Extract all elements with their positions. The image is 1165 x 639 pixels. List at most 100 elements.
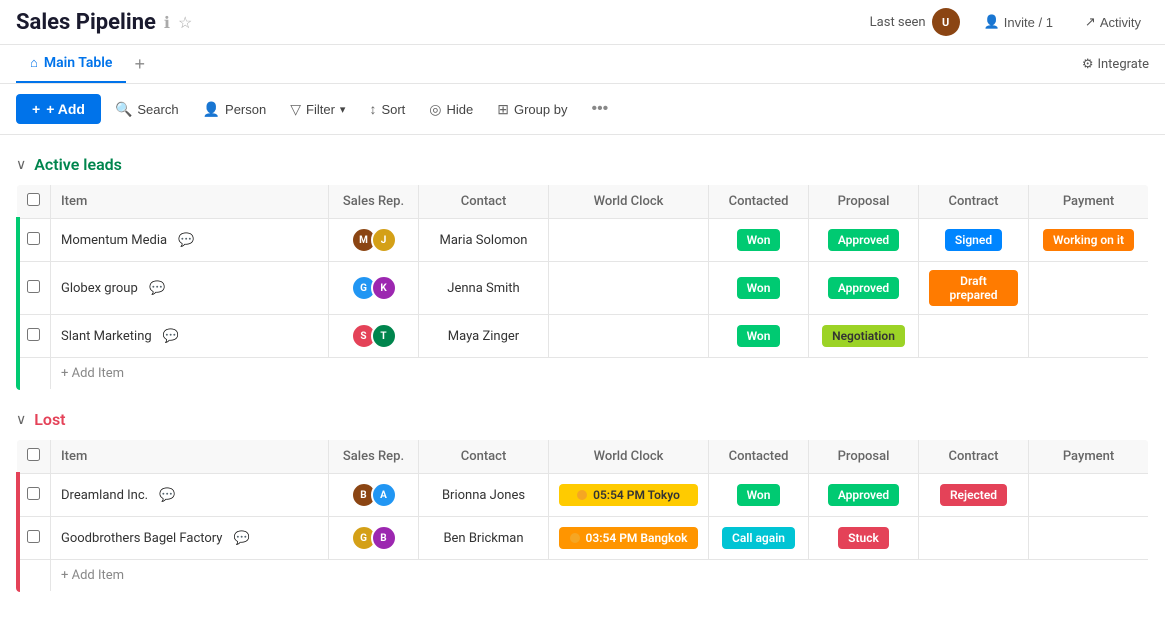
table-row: Goodbrothers Bagel Factory 💬 G B Ben Bri… xyxy=(17,517,1149,560)
add-item-row[interactable]: + Add Item xyxy=(17,560,1149,592)
hide-icon: ◎ xyxy=(429,101,441,118)
avatar-group: G B xyxy=(339,525,408,551)
header-contract: Contract xyxy=(919,185,1029,219)
select-all-checkbox[interactable] xyxy=(27,193,40,206)
section-title-active: Active leads xyxy=(34,155,122,174)
contract-cell xyxy=(919,517,1029,560)
add-item-label: + Add Item xyxy=(61,366,124,381)
row-select-checkbox[interactable] xyxy=(27,328,40,341)
header-proposal: Proposal xyxy=(809,440,919,474)
sort-label: Sort xyxy=(381,102,405,117)
info-icon[interactable]: ℹ xyxy=(164,13,170,32)
table-row: Dreamland Inc. 💬 B A Brionna Jones xyxy=(17,474,1149,517)
header-salesrep: Sales Rep. xyxy=(329,440,419,474)
header-worldclock: World Clock xyxy=(549,185,709,219)
app-title: Sales Pipeline xyxy=(16,10,156,35)
invite-label: Invite / 1 xyxy=(1004,15,1053,30)
clock-dot xyxy=(570,533,580,543)
add-item-checkbox xyxy=(17,560,51,592)
group-by-label: Group by xyxy=(514,102,567,117)
contact-cell: Ben Brickman xyxy=(419,517,549,560)
proposal-cell: Negotiation xyxy=(809,315,919,358)
clock-time: 05:54 PM Tokyo xyxy=(593,488,680,502)
contact-cell: Maya Zinger xyxy=(419,315,549,358)
search-label: Search xyxy=(137,102,178,117)
more-options-button[interactable]: ••• xyxy=(581,94,618,124)
group-by-button[interactable]: ⊞ Group by xyxy=(487,95,577,124)
person-label: Person xyxy=(225,102,266,117)
green-bar xyxy=(16,217,20,390)
toolbar: + + Add 🔍 Search 👤 Person ▽ Filter ▾ ↕ S… xyxy=(0,84,1165,135)
table-row: Slant Marketing 💬 S T Maya Zinger xyxy=(17,315,1149,358)
row-select-checkbox[interactable] xyxy=(27,530,40,543)
filter-chevron-icon: ▾ xyxy=(340,103,346,116)
activity-button[interactable]: ↗ Activity xyxy=(1077,10,1149,34)
tab-bar: ⌂ Main Table + ⚙ Integrate xyxy=(0,45,1165,84)
add-button[interactable]: + + Add xyxy=(16,94,101,124)
sort-icon: ↕ xyxy=(369,101,376,117)
salesrep-cell: M J xyxy=(329,219,419,262)
header-payment: Payment xyxy=(1029,440,1149,474)
contacted-cell: Won xyxy=(709,219,809,262)
add-item-row[interactable]: + Add Item xyxy=(17,358,1149,390)
star-icon[interactable]: ☆ xyxy=(178,13,192,32)
invite-button[interactable]: 👤 Invite / 1 xyxy=(976,10,1061,34)
select-all-checkbox[interactable] xyxy=(27,448,40,461)
tab-main-table-label: Main Table xyxy=(44,55,113,71)
active-leads-header[interactable]: ∨ Active leads xyxy=(16,155,1149,174)
hide-button[interactable]: ◎ Hide xyxy=(419,95,483,124)
table-row: Globex group 💬 G K Jenna Smith xyxy=(17,262,1149,315)
row-select-checkbox[interactable] xyxy=(27,487,40,500)
search-button[interactable]: 🔍 Search xyxy=(105,95,189,124)
row-select-checkbox[interactable] xyxy=(27,280,40,293)
tab-main-table[interactable]: ⌂ Main Table xyxy=(16,45,126,83)
person-button[interactable]: 👤 Person xyxy=(193,95,277,124)
avatar-group: M J xyxy=(339,227,408,253)
integrate-button[interactable]: ⚙ Integrate xyxy=(1082,57,1149,72)
add-item-cell[interactable]: + Add Item xyxy=(51,358,1149,390)
salesrep-cell: G K xyxy=(329,262,419,315)
chat-icon: 💬 xyxy=(178,233,194,248)
filter-button[interactable]: ▽ Filter ▾ xyxy=(280,95,355,124)
section-lost: ∨ Lost Item Sales Rep. Contact World Clo… xyxy=(16,410,1149,592)
chat-icon: 💬 xyxy=(234,531,250,546)
ellipsis-icon: ••• xyxy=(591,100,608,118)
status-badge: Working on it xyxy=(1043,229,1134,251)
lost-header[interactable]: ∨ Lost xyxy=(16,410,1149,429)
worldclock-cell: 03:54 PM Bangkok xyxy=(549,517,709,560)
header-payment: Payment xyxy=(1029,185,1149,219)
payment-cell xyxy=(1029,315,1149,358)
status-badge: Won xyxy=(737,229,781,251)
chat-icon: 💬 xyxy=(159,488,175,503)
contact-cell: Jenna Smith xyxy=(419,262,549,315)
sort-button[interactable]: ↕ Sort xyxy=(359,95,415,123)
header-checkbox xyxy=(17,440,51,474)
row-checkbox xyxy=(17,315,51,358)
avatar-sm: B xyxy=(371,525,397,551)
header-item: Item xyxy=(51,185,329,219)
item-name: Dreamland Inc. xyxy=(61,488,148,503)
add-item-cell[interactable]: + Add Item xyxy=(51,560,1149,592)
item-name: Globex group xyxy=(61,281,138,296)
hide-label: Hide xyxy=(447,102,474,117)
status-badge: Won xyxy=(737,484,781,506)
row-select-checkbox[interactable] xyxy=(27,232,40,245)
active-leads-table-wrapper: Item Sales Rep. Contact World Clock Cont… xyxy=(16,184,1149,390)
status-badge: Approved xyxy=(828,277,899,299)
contract-cell: Signed xyxy=(919,219,1029,262)
contract-cell xyxy=(919,315,1029,358)
item-cell: Globex group 💬 xyxy=(51,262,329,315)
add-tab-button[interactable]: + xyxy=(126,54,153,75)
header-salesrep: Sales Rep. xyxy=(329,185,419,219)
integrate-icon: ⚙ xyxy=(1082,57,1094,72)
header-contact: Contact xyxy=(419,440,549,474)
add-item-checkbox xyxy=(17,358,51,390)
header-proposal: Proposal xyxy=(809,185,919,219)
search-icon: 🔍 xyxy=(115,101,132,118)
header-contact: Contact xyxy=(419,185,549,219)
proposal-cell: Approved xyxy=(809,262,919,315)
payment-cell xyxy=(1029,262,1149,315)
plus-icon: + xyxy=(32,101,40,117)
avatar-sm: A xyxy=(371,482,397,508)
header-contract: Contract xyxy=(919,440,1029,474)
